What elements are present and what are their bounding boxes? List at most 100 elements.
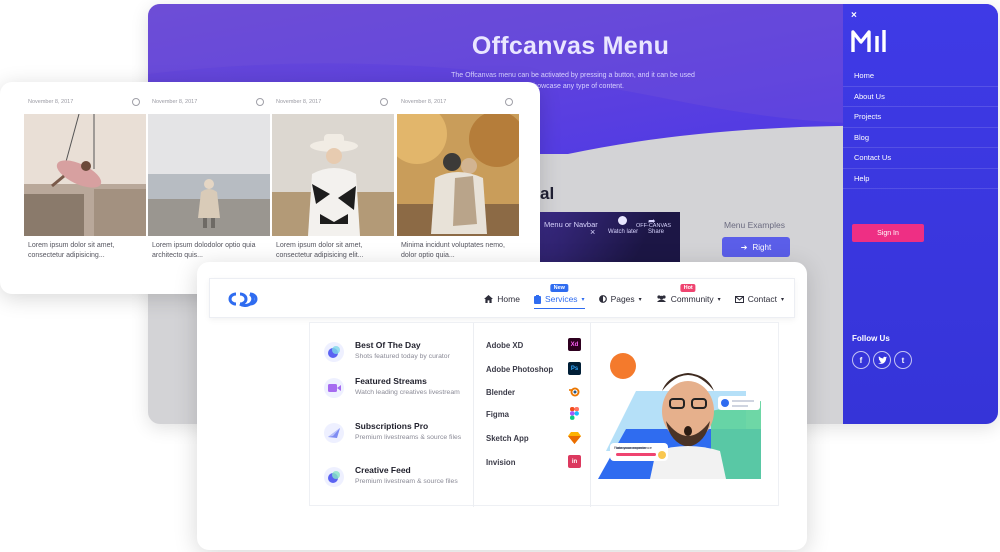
promo-chip-text: Rate your experience [614, 445, 653, 450]
nav-item-contact[interactable]: Contact ▾ [734, 294, 784, 304]
app-item-sketch[interactable]: Sketch App [486, 431, 581, 447]
sidebar-item-contact-us[interactable]: Contact Us [843, 148, 998, 169]
social-links: f t [852, 351, 912, 369]
bookmark-icon[interactable] [132, 98, 140, 106]
blog-card[interactable]: November 8, 2017 Lorem ipsum dolor sit a… [272, 96, 394, 264]
figma-icon [568, 407, 581, 420]
app-item-figma[interactable]: Figma [486, 407, 581, 423]
app-item-adobe-xd[interactable]: Adobe XD Xd [486, 338, 581, 354]
feature-subtitle: Watch leading creatives livestream [355, 389, 460, 396]
sign-in-button[interactable]: Sign In [852, 224, 924, 242]
sidebar-item-about-us[interactable]: About Us [843, 87, 998, 107]
mega-menu-window: Home New Services ▾ Pages ▾ Hot Communit… [197, 262, 807, 550]
active-underline [533, 307, 585, 309]
post-date: November 8, 2017 [276, 99, 322, 105]
app-item-invision[interactable]: Invision in [486, 455, 581, 471]
facebook-icon[interactable]: f [852, 351, 870, 369]
nav-label: Home [497, 294, 520, 304]
promo-illustration [598, 353, 761, 479]
nav-item-home[interactable]: Home [484, 294, 520, 304]
showcase-stage: Offcanvas Menu The Offcanvas menu can be… [0, 0, 1000, 552]
chevron-down-icon: ▾ [581, 296, 585, 303]
nav-item-pages[interactable]: Pages ▾ [598, 294, 642, 304]
video-camera-icon [324, 378, 344, 398]
feature-title: Featured Streams [355, 376, 427, 386]
app-item-blender[interactable]: Blender [486, 385, 581, 401]
post-excerpt: Lorem ipsum dolor sit amet, consectetur … [28, 242, 115, 259]
close-icon: × [590, 227, 596, 237]
feature-subtitle: Shots featured today by curator [355, 353, 450, 360]
send-icon [324, 423, 344, 443]
right-button[interactable]: ➔ Right [722, 237, 790, 257]
post-image [24, 114, 146, 236]
feature-subtitle: Premium livestreams & source files [355, 434, 462, 441]
post-date: November 8, 2017 [28, 99, 74, 105]
brand-logo[interactable] [224, 291, 266, 307]
menu-examples-label: Menu Examples [724, 220, 785, 230]
twitter-icon[interactable] [873, 351, 891, 369]
sketch-icon [568, 431, 581, 444]
app-label: Sketch App [486, 434, 529, 443]
post-image [148, 114, 270, 236]
follow-us-heading: Follow Us [852, 334, 890, 343]
feature-title: Creative Feed [355, 465, 411, 475]
contrast-icon [598, 295, 607, 303]
post-excerpt: Lorem ipsum dolodolor optio quia archite… [152, 242, 256, 259]
post-excerpt: Minima incidunt voluptates nemo, dolor o… [401, 242, 505, 259]
adobe-xd-icon: Xd [568, 338, 581, 351]
nav-label: Pages [610, 294, 635, 304]
envelope-icon [734, 295, 744, 303]
blender-icon [568, 385, 581, 398]
app-label: Invision [486, 458, 516, 467]
nav-item-community[interactable]: Hot Community ▾ [656, 284, 721, 304]
feature-subtitle: Premium livestream & source files [355, 478, 458, 485]
blog-card[interactable]: November 8, 2017 Minima incidunt volupta… [397, 96, 519, 264]
invision-icon: in [568, 455, 581, 468]
brand-logo [851, 30, 886, 52]
nav-item-services[interactable]: New Services ▾ [533, 284, 585, 309]
chevron-down-icon: ▾ [638, 296, 642, 303]
sidebar-item-home[interactable]: Home [843, 66, 998, 87]
nav-label: Community [670, 294, 714, 304]
watch-later-label[interactable]: Watch later [608, 229, 638, 235]
bookmark-icon[interactable] [505, 98, 513, 106]
sidebar-item-help[interactable]: Help [843, 169, 998, 189]
hot-badge: Hot [680, 284, 696, 292]
nav-label: Contact [747, 294, 777, 304]
app-label: Figma [486, 410, 509, 419]
blog-card[interactable]: November 8, 2017 Lorem ipsum dolodolor o… [148, 96, 270, 264]
right-button-label: Right [752, 242, 772, 252]
app-label: Blender [486, 388, 516, 397]
chevron-down-icon: ▾ [717, 296, 721, 303]
top-navbar: Home New Services ▾ Pages ▾ Hot Communit… [209, 278, 795, 318]
offcanvas-sidebar: × Home About Us Projects Blog Contact Us… [843, 4, 998, 424]
share-label[interactable]: Share [648, 229, 664, 235]
post-image [272, 114, 394, 236]
tumblr-icon[interactable]: t [894, 351, 912, 369]
sidebar-item-blog[interactable]: Blog [843, 128, 998, 148]
clipboard-icon [533, 294, 541, 304]
app-label: Adobe XD [486, 341, 524, 350]
sidebar-nav: Home About Us Projects Blog Contact Us H… [843, 66, 998, 189]
clock-icon [618, 216, 627, 225]
apps-column: Adobe XD Xd Adobe Photoshop Ps Blender F… [474, 323, 591, 507]
app-item-adobe-photoshop[interactable]: Adobe Photoshop Ps [486, 362, 581, 378]
arrow-right-icon: ➔ [740, 242, 748, 252]
services-dropdown: Best Of The Day Shots featured today by … [309, 322, 779, 507]
sidebar-item-projects[interactable]: Projects [843, 107, 998, 128]
chevron-down-icon: ▾ [780, 296, 784, 303]
close-icon[interactable]: × [851, 10, 857, 21]
bookmark-icon[interactable] [380, 98, 388, 106]
post-image [397, 114, 519, 236]
post-date: November 8, 2017 [401, 99, 447, 105]
nav-label: Services [544, 294, 578, 304]
feature-title: Subscriptions Pro [355, 421, 429, 431]
home-icon [484, 295, 494, 303]
blog-card[interactable]: November 8, 2017 Lorem ipsum dolor sit a… [24, 96, 146, 264]
bookmark-icon[interactable] [256, 98, 264, 106]
users-icon [656, 295, 666, 302]
photoshop-icon: Ps [568, 362, 581, 375]
video-overlay-title: OFF-CANVAS [636, 223, 672, 229]
circle-icon [324, 342, 344, 362]
section-heading: al [540, 184, 555, 203]
